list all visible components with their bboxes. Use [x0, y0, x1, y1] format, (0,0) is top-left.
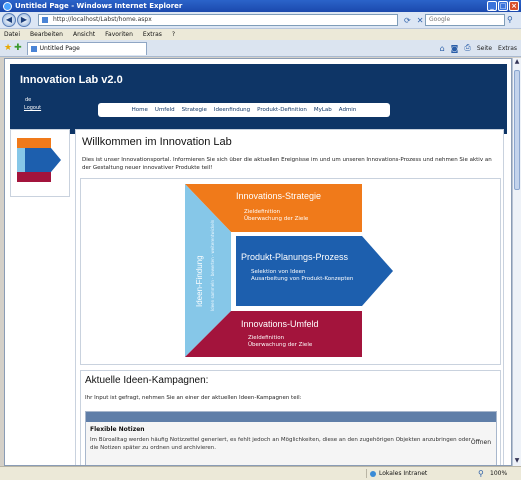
ideas-title: Ideen-Findung: [195, 255, 204, 307]
tab-bar: ★ ✚ Untitled Page ⌂ ◙ ⎙ Seite Extras: [0, 40, 521, 57]
menu-item-edit[interactable]: Bearbeiten: [30, 31, 63, 38]
planning-line2: Ausarbeitung von Produkt-Konzepten: [251, 276, 354, 282]
campaign-header-strip: [86, 412, 496, 422]
tools-menu-button[interactable]: Extras: [498, 45, 517, 52]
minimize-button[interactable]: _: [487, 1, 497, 11]
page-title: Willkommen im Innovation Lab: [82, 136, 232, 148]
strategy-title: Innovations-Strategie: [236, 191, 321, 201]
nav-admin[interactable]: Admin: [339, 107, 357, 113]
window-controls: _ □ ×: [487, 1, 519, 11]
environment-title: Innovations-Umfeld: [241, 319, 319, 329]
campaign-open-link[interactable]: Öffnen: [471, 439, 491, 446]
nav-produkt-definition[interactable]: Produkt-Definition: [257, 107, 307, 113]
current-user: de: [25, 97, 32, 103]
refresh-icon[interactable]: ⟳: [404, 16, 411, 25]
forward-button[interactable]: ▶: [17, 13, 31, 27]
intranet-globe-icon: [370, 470, 376, 477]
address-input[interactable]: http://localhost/Labst/home.aspx: [38, 14, 398, 26]
status-bar: Lokales Intranet ⚲ 100%: [0, 466, 521, 480]
zoom-level[interactable]: 100%: [490, 470, 507, 477]
close-button[interactable]: ×: [509, 1, 519, 11]
logout-link[interactable]: Logout: [24, 105, 41, 111]
page-menu-button[interactable]: Seite: [477, 45, 492, 52]
menu-item-file[interactable]: Datei: [4, 31, 20, 38]
environment-line1: Zieldefinition: [248, 335, 285, 341]
campaign-item: Flexible Notizen Im Büroalltag werden hä…: [85, 411, 497, 465]
window-titlebar: Untitled Page - Windows Internet Explore…: [0, 0, 521, 12]
campaign-title: Flexible Notizen: [90, 426, 145, 433]
main-nav: Home Umfeld Strategie Ideenfindung Produ…: [98, 103, 390, 117]
sidebar: [10, 129, 70, 197]
campaigns-section: Aktuelle Ideen-Kampagnen: Ihr Input ist …: [80, 370, 501, 465]
process-diagram-svg: Innovations-Strategie Zieldefinition Übe…: [185, 184, 393, 357]
print-icon[interactable]: ⎙: [464, 43, 470, 53]
nav-ideenfindung[interactable]: Ideenfindung: [214, 107, 250, 113]
planning-line1: Selektion von Ideen: [251, 269, 306, 275]
planning-title: Produkt-Planungs-Prozess: [241, 252, 349, 262]
site-header: Innovation Lab v2.0 de Logout Home Umfel…: [10, 64, 507, 134]
nav-strategie[interactable]: Strategie: [182, 107, 207, 113]
search-icon[interactable]: ⚲: [507, 15, 513, 24]
security-zone: Lokales Intranet: [366, 469, 436, 478]
strategy-line2: Überwachung der Ziele: [244, 215, 309, 222]
page-viewport: Innovation Lab v2.0 de Logout Home Umfel…: [4, 58, 512, 466]
scroll-down-icon[interactable]: ▼: [513, 457, 521, 466]
add-favorite-icon[interactable]: ✚: [14, 43, 22, 53]
stop-icon[interactable]: ✕: [417, 16, 424, 25]
environment-line2: Überwachung der Ziele: [248, 341, 313, 348]
ideas-subtitle: Ideen sammeln · bewerten · weiterentwick…: [210, 219, 215, 311]
window-title: Untitled Page - Windows Internet Explore…: [15, 2, 183, 10]
main-content: Willkommen im Innovation Lab Dies ist un…: [75, 129, 504, 465]
tab-untitled-page[interactable]: Untitled Page: [26, 41, 147, 55]
address-toolbar: ◀ ▶ http://localhost/Labst/home.aspx ⟳ ✕…: [0, 12, 521, 29]
site-brand: Innovation Lab v2.0: [20, 74, 123, 86]
innovation-lab-logo-icon: [17, 138, 61, 182]
command-bar: ⌂ ◙ ⎙ Seite Extras: [440, 43, 517, 53]
nav-home[interactable]: Home: [132, 107, 148, 113]
search-input[interactable]: Google: [425, 14, 505, 26]
process-diagram: Innovations-Strategie Zieldefinition Übe…: [80, 178, 501, 365]
menu-item-help[interactable]: ?: [172, 31, 175, 38]
menu-item-tools[interactable]: Extras: [143, 31, 162, 38]
back-button[interactable]: ◀: [2, 13, 16, 27]
nav-umfeld[interactable]: Umfeld: [155, 107, 175, 113]
campaigns-intro: Ihr Input ist gefragt, nehmen Sie an ein…: [85, 395, 302, 401]
favorites-star-icon[interactable]: ★: [4, 43, 12, 53]
maximize-button[interactable]: □: [498, 1, 508, 11]
intro-text: Dies ist unser Innovationsportal. Inform…: [82, 157, 492, 171]
home-icon[interactable]: ⌂: [440, 44, 445, 53]
zone-label: Lokales Intranet: [379, 470, 428, 477]
strategy-line1: Zieldefinition: [244, 209, 281, 215]
zoom-icon[interactable]: ⚲: [478, 469, 484, 478]
feeds-icon[interactable]: ◙: [451, 44, 459, 53]
vertical-scrollbar[interactable]: ▲ ▼: [512, 58, 521, 466]
ie-logo-icon: [3, 1, 12, 11]
menu-item-view[interactable]: Ansicht: [73, 31, 95, 38]
campaigns-title: Aktuelle Ideen-Kampagnen:: [85, 375, 209, 386]
menu-item-favorites[interactable]: Favoriten: [105, 31, 133, 38]
scroll-thumb[interactable]: [514, 70, 520, 190]
nav-mylab[interactable]: MyLab: [314, 107, 332, 113]
campaign-description: Im Büroalltag werden häufig Notizzettel …: [90, 437, 471, 451]
scroll-up-icon[interactable]: ▲: [513, 58, 521, 67]
menu-bar: Datei Bearbeiten Ansicht Favoriten Extra…: [0, 29, 521, 40]
